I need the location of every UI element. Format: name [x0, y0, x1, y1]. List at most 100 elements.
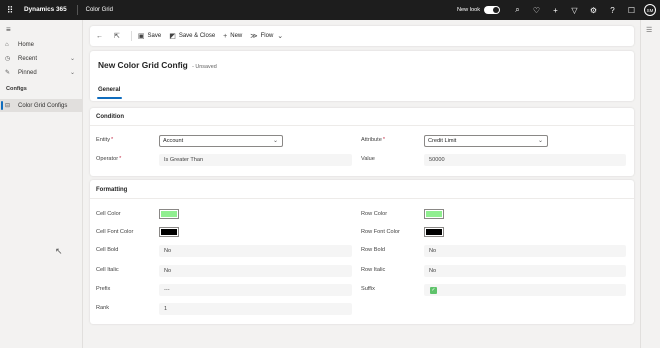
formatting-section: Formatting Cell Color Row Color Cell Fon… — [90, 180, 634, 324]
sidebar: ≡ ⌂ Home ◷ Recent ⌄ ✎ Pinned ⌄ Configs ⊟… — [0, 20, 83, 348]
chevron-down-icon[interactable]: ⌄ — [70, 69, 75, 76]
save-icon: ▣ — [137, 33, 145, 40]
chat-icon[interactable]: ☐ — [622, 0, 641, 20]
grid-icon: ⊟ — [5, 103, 11, 109]
suffix-field: ✓ — [424, 284, 626, 296]
mouse-cursor-icon: ↖ — [55, 246, 63, 256]
new-look-toggle[interactable] — [484, 6, 500, 14]
active-tab-indicator — [97, 97, 122, 99]
clock-icon: ◷ — [5, 56, 11, 62]
sidebar-group-configs: Configs — [6, 86, 27, 92]
cell-font-color-swatch — [161, 229, 177, 235]
divider — [90, 125, 634, 126]
home-icon: ⌂ — [5, 41, 9, 48]
waffle-icon[interactable]: ⠿ — [0, 0, 20, 20]
entity-label: Entity* — [96, 137, 114, 143]
cell-color-swatch — [161, 211, 177, 217]
cell-font-color-picker[interactable] — [159, 227, 179, 237]
tab-general[interactable]: General — [98, 87, 120, 93]
save-close-label: Save & Close — [178, 33, 216, 39]
entity-value: Account — [163, 138, 184, 144]
filter-icon[interactable]: ▽ — [565, 0, 584, 20]
pin-icon: ✎ — [5, 70, 11, 76]
plus-icon[interactable]: + — [546, 0, 565, 20]
back-arrow-icon: ← — [96, 32, 103, 40]
save-status: - Unsaved — [192, 64, 217, 70]
chevron-down-icon: ⌄ — [272, 138, 278, 144]
section-title: Condition — [96, 114, 124, 120]
record-title: New Color Grid Config — [98, 60, 188, 70]
user-avatar[interactable]: SM — [644, 4, 656, 16]
attribute-label: Attribute* — [361, 137, 386, 143]
save-close-button[interactable]: ◩ Save & Close — [169, 32, 215, 40]
row-italic-label: Row Italic — [361, 267, 386, 273]
new-button[interactable]: + New — [223, 33, 242, 40]
row-bold-field[interactable]: No — [424, 245, 626, 257]
command-bar: ← ⇱ ▣ Save ◩ Save & Close + New ≫ Flow ⌄ — [90, 26, 634, 46]
new-look-label: New look — [456, 7, 480, 13]
divider — [90, 198, 634, 199]
sidebar-item-recent[interactable]: ◷ Recent ⌄ — [0, 52, 82, 65]
operator-field[interactable]: Is Greater Than — [159, 154, 352, 166]
cell-italic-field[interactable]: No — [159, 265, 352, 277]
lightbulb-icon[interactable]: ♡ — [527, 0, 546, 20]
sidebar-item-label: Recent — [18, 55, 38, 62]
new-label: New — [230, 33, 243, 39]
operator-label: Operator* — [96, 156, 122, 162]
attribute-value: Credit Limit — [428, 138, 457, 144]
cell-bold-label: Cell Bold — [96, 247, 119, 253]
back-button[interactable]: ← — [96, 33, 106, 40]
save-button[interactable]: ▣ Save — [138, 32, 161, 40]
entity-select[interactable]: Account ⌄ — [159, 135, 283, 147]
sidebar-item-label: Home — [18, 41, 35, 48]
row-italic-field[interactable]: No — [424, 265, 626, 277]
panel-icon[interactable]: ☰ — [646, 26, 652, 34]
sidebar-item-home[interactable]: ⌂ Home — [0, 38, 82, 51]
condition-section: Condition Entity* Account ⌄ Attribute* C… — [90, 108, 634, 176]
prefix-field[interactable]: --- — [159, 284, 352, 296]
sidebar-item-pinned[interactable]: ✎ Pinned ⌄ — [0, 66, 82, 79]
sidebar-item-label: Pinned — [18, 69, 37, 76]
suffix-checkbox[interactable]: ✓ — [430, 286, 437, 294]
form-header: New Color Grid Config - Unsaved General — [90, 51, 634, 101]
help-icon[interactable]: ? — [603, 0, 622, 20]
row-font-color-label: Row Font Color — [361, 229, 400, 235]
row-color-swatch — [426, 211, 442, 217]
plus-icon: + — [223, 32, 228, 40]
section-title: Formatting — [96, 187, 128, 193]
hamburger-menu-icon[interactable]: ≡ — [6, 25, 11, 34]
row-color-picker[interactable] — [424, 209, 444, 219]
prefix-label: Prefix — [96, 286, 111, 292]
settings-icon[interactable]: ⚙ — [584, 0, 603, 20]
save-close-icon: ◩ — [169, 33, 176, 40]
cell-color-picker[interactable] — [159, 209, 179, 219]
top-navigation-bar: ⠿ Dynamics 365 Color Grid New look ⌕ ♡ +… — [0, 0, 660, 20]
top-right-controls: New look ⌕ ♡ + ▽ ⚙ ? ☐ SM — [457, 0, 660, 20]
cell-color-label: Cell Color — [96, 211, 121, 217]
app-name[interactable]: Dynamics 365 — [20, 5, 78, 15]
right-rail: ☰ — [640, 20, 660, 348]
rank-label: Rank — [96, 305, 110, 311]
rank-field[interactable]: 1 — [159, 303, 352, 315]
value-label: Value — [361, 156, 375, 162]
chevron-down-icon: ⌄ — [537, 138, 543, 144]
chevron-down-icon[interactable]: ⌄ — [70, 55, 75, 62]
value-field[interactable]: 50000 — [424, 154, 626, 166]
row-font-color-swatch — [426, 229, 442, 235]
row-bold-label: Row Bold — [361, 247, 385, 253]
search-icon[interactable]: ⌕ — [508, 0, 527, 20]
row-font-color-picker[interactable] — [424, 227, 444, 237]
app-module-name[interactable]: Color Grid — [78, 7, 113, 13]
suffix-label: Suffix — [361, 286, 375, 292]
attribute-select[interactable]: Credit Limit ⌄ — [424, 135, 548, 147]
sidebar-item-label: Color Grid Configs — [18, 102, 68, 109]
divider — [130, 31, 132, 41]
open-window-icon: ⇱ — [114, 33, 120, 40]
open-new-window-button[interactable]: ⇱ — [114, 32, 123, 40]
sidebar-item-color-grid-configs[interactable]: ⊟ Color Grid Configs — [0, 99, 82, 112]
flow-button[interactable]: ≫ Flow ⌄ — [250, 32, 286, 40]
row-color-label: Row Color — [361, 211, 388, 217]
cell-font-color-label: Cell Font Color — [96, 229, 134, 235]
page-title: New Color Grid Config - Unsaved — [98, 60, 217, 70]
cell-bold-field[interactable]: No — [159, 245, 352, 257]
